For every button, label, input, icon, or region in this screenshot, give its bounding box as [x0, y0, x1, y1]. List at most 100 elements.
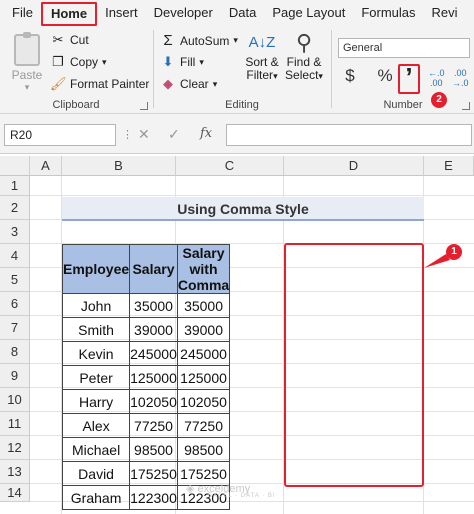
- copy-label: Copy: [70, 55, 99, 69]
- column-header-c[interactable]: C: [176, 156, 284, 176]
- table-cell[interactable]: Smith: [61, 317, 131, 342]
- chevron-down-icon: ▾: [199, 56, 204, 67]
- row-header-11[interactable]: 11: [0, 412, 30, 436]
- clipboard-launcher-icon[interactable]: [140, 102, 148, 110]
- table-cell[interactable]: 245000: [176, 341, 231, 366]
- table-cell[interactable]: David: [61, 461, 131, 486]
- row-header-3[interactable]: 3: [0, 220, 30, 244]
- table-cell[interactable]: Michael: [61, 437, 131, 462]
- column-header-d[interactable]: D: [284, 156, 424, 176]
- clipboard-group: Paste ▾ ✂ Cut ❐ Copy ▾ 🖌 Format Painter …: [0, 26, 152, 114]
- sort-filter-button[interactable]: A↓Z Sort & Filter▾: [244, 30, 280, 83]
- row-header-12[interactable]: 12: [0, 436, 30, 460]
- column-header-b[interactable]: B: [62, 156, 176, 176]
- enter-icon[interactable]: ✓: [168, 126, 180, 143]
- row-header-9[interactable]: 9: [0, 364, 30, 388]
- eraser-icon: ◆: [163, 76, 173, 91]
- table-header-cell[interactable]: Salary with Comma: [176, 244, 231, 294]
- table-cell[interactable]: 77250: [129, 413, 178, 438]
- table-header-row: Employee Salary Salary with Comma: [61, 244, 231, 294]
- clipboard-group-label: Clipboard: [52, 99, 100, 111]
- paste-label: Paste: [11, 68, 43, 82]
- chevron-down-icon: ▾: [102, 56, 107, 67]
- row-header-5[interactable]: 5: [0, 268, 30, 292]
- row-header-4[interactable]: 4: [0, 244, 30, 268]
- table-cell[interactable]: John: [61, 293, 131, 318]
- tab-data[interactable]: Data: [221, 0, 264, 26]
- chevron-down-icon: ▾: [212, 78, 218, 89]
- comma-style-button[interactable]: ’: [398, 64, 420, 94]
- row-header-7[interactable]: 7: [0, 316, 30, 340]
- magnifier-icon: ⚲: [295, 30, 313, 55]
- format-painter-button[interactable]: 🖌 Format Painter: [50, 76, 149, 92]
- clear-button[interactable]: ◆ Clear ▾: [160, 76, 217, 92]
- table-cell[interactable]: 122300: [129, 485, 178, 510]
- menu-bar: File Home Insert Developer Data Page Lay…: [0, 0, 474, 26]
- currency-button[interactable]: $: [340, 66, 360, 86]
- tab-home[interactable]: Home: [40, 1, 98, 26]
- table-cell[interactable]: Harry: [61, 389, 131, 414]
- insert-function-icon[interactable]: fx: [200, 126, 212, 141]
- table-cell[interactable]: 77250: [176, 413, 231, 438]
- table-header-cell[interactable]: Salary: [129, 244, 178, 294]
- table-cell[interactable]: 102050: [176, 389, 231, 414]
- salary-table: Employee Salary Salary with Comma John 35000…: [61, 244, 231, 510]
- table-row: Alex 77250 77250: [61, 413, 231, 438]
- table-cell[interactable]: Kevin: [61, 341, 131, 366]
- table-cell[interactable]: Alex: [61, 413, 131, 438]
- formula-input[interactable]: [226, 124, 472, 146]
- table-cell[interactable]: 35000: [129, 293, 178, 318]
- select-all-corner[interactable]: [0, 156, 30, 176]
- table-cell[interactable]: 39000: [176, 317, 231, 342]
- tab-page-layout[interactable]: Page Layout: [264, 0, 353, 26]
- cancel-icon[interactable]: ✕: [138, 126, 150, 143]
- row-header-2[interactable]: 2: [0, 196, 30, 220]
- column-header-e[interactable]: E: [424, 156, 474, 176]
- row-header-13[interactable]: 13: [0, 460, 30, 484]
- tab-developer[interactable]: Developer: [146, 0, 221, 26]
- decrease-decimal-bottom: →.0: [452, 78, 469, 88]
- cut-label: Cut: [70, 33, 89, 47]
- table-cell[interactable]: 98500: [129, 437, 178, 462]
- increase-decimal-button[interactable]: ←.0 .00: [428, 68, 445, 88]
- sigma-icon: Σ: [163, 32, 173, 49]
- table-cell[interactable]: 39000: [129, 317, 178, 342]
- scissors-icon: ✂: [52, 32, 64, 47]
- tab-insert[interactable]: Insert: [97, 0, 146, 26]
- column-header-a[interactable]: A: [30, 156, 62, 176]
- number-format-select[interactable]: General: [338, 38, 470, 58]
- tab-formulas[interactable]: Formulas: [353, 0, 423, 26]
- row-header-6[interactable]: 6: [0, 292, 30, 316]
- sheet-title[interactable]: Using Comma Style: [62, 197, 424, 221]
- percent-button[interactable]: %: [375, 66, 395, 86]
- table-cell[interactable]: Graham: [61, 485, 131, 510]
- name-box[interactable]: R20: [4, 124, 116, 146]
- table-cell[interactable]: 125000: [176, 365, 231, 390]
- fill-button[interactable]: ⬇ Fill ▾: [160, 54, 204, 70]
- table-cell[interactable]: Peter: [61, 365, 131, 390]
- table-cell[interactable]: 175250: [129, 461, 178, 486]
- fill-label: Fill: [180, 55, 196, 69]
- chevron-down-icon: ▾: [273, 71, 278, 81]
- table-cell[interactable]: 245000: [129, 341, 178, 366]
- row-header-14[interactable]: 14: [0, 484, 30, 502]
- cut-button[interactable]: ✂ Cut: [50, 32, 89, 48]
- find-select-button[interactable]: ⚲ Find & Select▾: [284, 30, 324, 83]
- number-launcher-icon[interactable]: [462, 102, 470, 110]
- table-header-cell[interactable]: Employee: [61, 244, 131, 294]
- table-cell[interactable]: 35000: [176, 293, 231, 318]
- table-cell[interactable]: 125000: [129, 365, 178, 390]
- table-cell[interactable]: 98500: [176, 437, 231, 462]
- decrease-decimal-button[interactable]: .00 →.0: [452, 68, 469, 88]
- autosum-button[interactable]: Σ AutoSum ▾: [160, 32, 238, 49]
- copy-button[interactable]: ❐ Copy ▾: [50, 54, 107, 70]
- row-header-1[interactable]: 1: [0, 176, 30, 196]
- increase-decimal-bottom: .00: [430, 78, 443, 88]
- row-header-8[interactable]: 8: [0, 340, 30, 364]
- highlight-box-salary-with-comma: [284, 243, 424, 487]
- row-header-10[interactable]: 10: [0, 388, 30, 412]
- tab-file[interactable]: File: [0, 0, 41, 26]
- paste-button[interactable]: Paste ▾: [8, 32, 46, 93]
- tab-review[interactable]: Revi: [424, 0, 466, 26]
- table-cell[interactable]: 102050: [129, 389, 178, 414]
